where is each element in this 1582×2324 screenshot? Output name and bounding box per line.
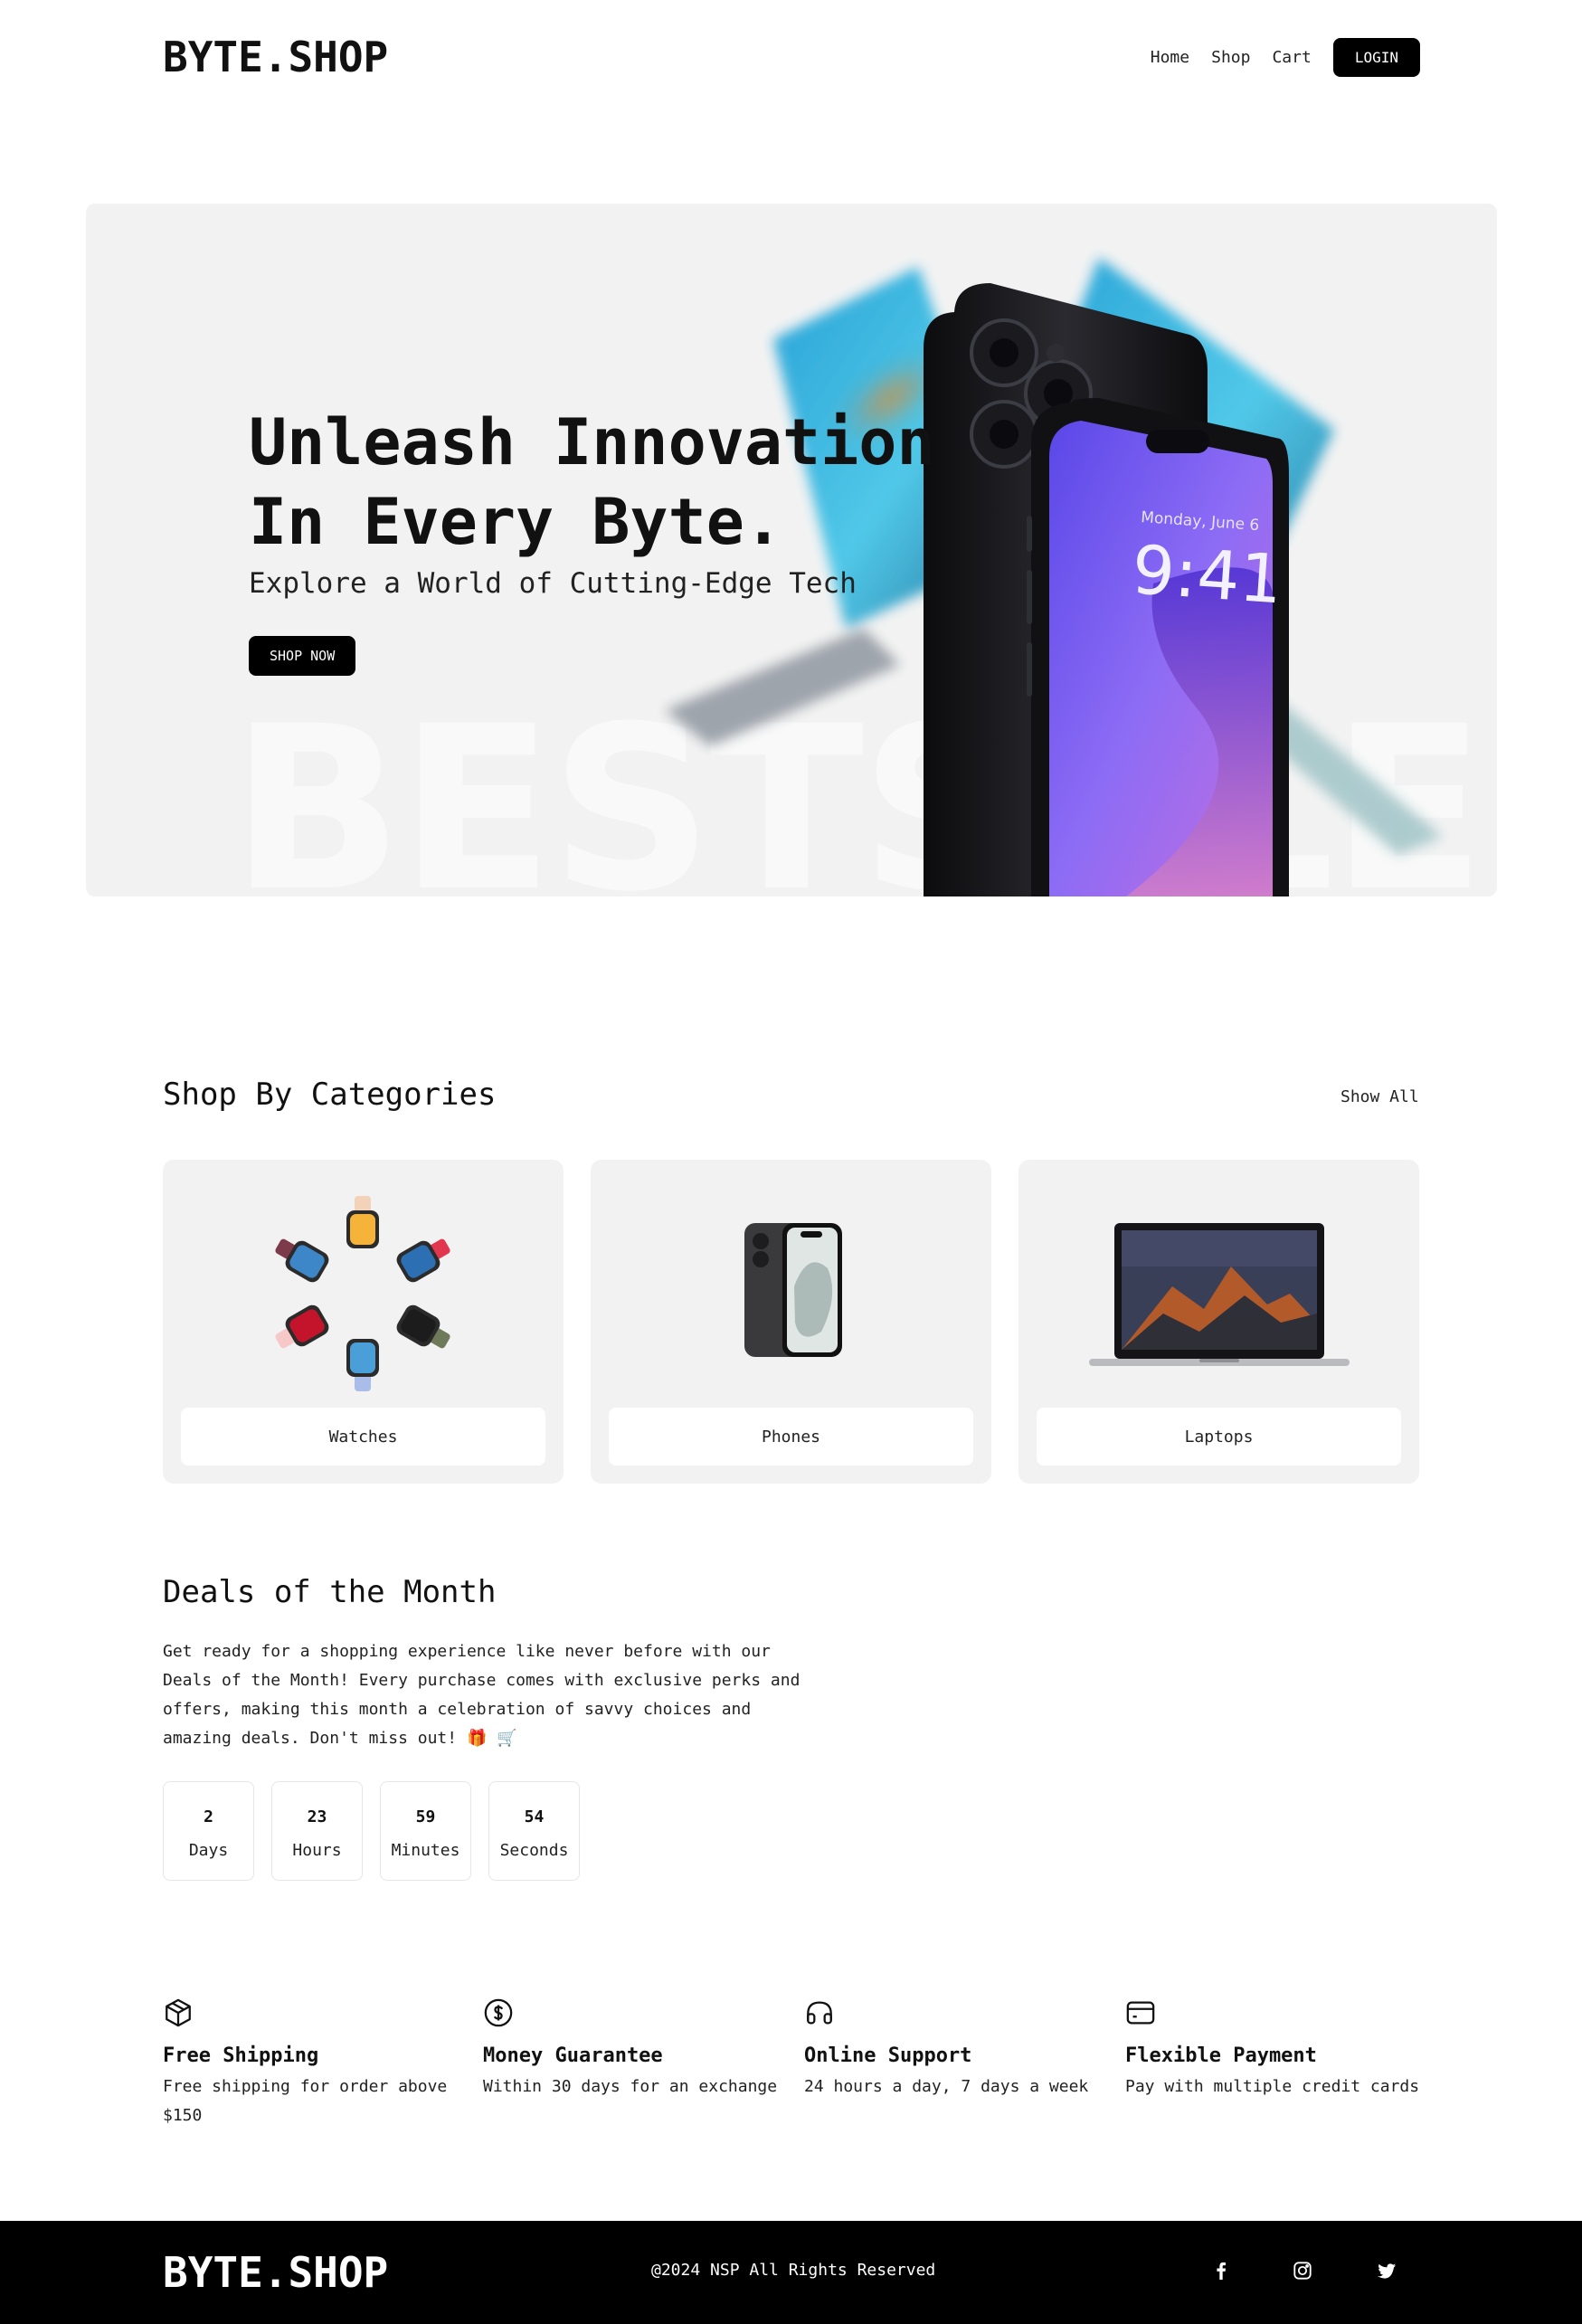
- phone-time-text: 9:41: [1130, 531, 1285, 619]
- nav-shop-link[interactable]: Shop: [1211, 48, 1250, 67]
- countdown-hours-unit: Hours: [292, 1841, 342, 1860]
- feature-title: Online Support: [804, 2044, 972, 2067]
- feature-money-guarantee: Money Guarantee Within 30 days for an ex…: [483, 1997, 782, 2101]
- feature-free-shipping: Free Shipping Free shipping for order ab…: [163, 1997, 461, 2130]
- feature-description: Within 30 days for an exchange: [483, 2077, 778, 2096]
- category-card-watches[interactable]: Watches: [163, 1160, 564, 1484]
- countdown-seconds-value: 54: [524, 1807, 545, 1826]
- countdown-days-value: 2: [204, 1807, 213, 1826]
- category-label-watches: Watches: [181, 1408, 545, 1466]
- deals-description: Get ready for a shopping experience like…: [163, 1642, 800, 1748]
- headphones-icon: [807, 2001, 832, 2025]
- countdown-seconds: 54 Seconds: [488, 1781, 580, 1881]
- nav-links: Home Shop Cart LOGIN: [1151, 37, 1420, 77]
- countdown-hours-value: 23: [307, 1807, 327, 1826]
- countdown-hours: 23 Hours: [271, 1781, 363, 1881]
- hero-title-line2: In Every Byte.: [249, 485, 783, 559]
- category-card-laptops[interactable]: Laptops: [1018, 1160, 1419, 1484]
- feature-online-support: Online Support 24 hours a day, 7 days a …: [804, 1997, 1103, 2101]
- hero-title-line1: Unleash Innovation: [249, 405, 935, 479]
- feature-description: Pay with multiple credit cards: [1125, 2077, 1420, 2096]
- feature-description: 24 hours a day, 7 days a week: [804, 2077, 1089, 2096]
- categories-title: Shop By Categories: [163, 1077, 497, 1113]
- footer-copyright: @2024 NSP All Rights Reserved: [651, 2261, 936, 2280]
- countdown-minutes-value: 59: [415, 1807, 436, 1826]
- category-card-phones[interactable]: Phones: [591, 1160, 991, 1484]
- twitter-icon[interactable]: [1373, 2257, 1400, 2284]
- login-button[interactable]: LOGIN: [1332, 37, 1420, 77]
- hero-subtitle: Explore a World of Cutting-Edge Tech: [249, 567, 857, 600]
- feature-flexible-payment: Flexible Payment Pay with multiple credi…: [1125, 1997, 1424, 2101]
- countdown-minutes: 59 Minutes: [380, 1781, 471, 1881]
- feature-description: Free shipping for order above $150: [163, 2077, 448, 2125]
- brand-logo[interactable]: BYTE.SHOP: [163, 33, 388, 81]
- nav-home-link[interactable]: Home: [1151, 48, 1189, 67]
- feature-title: Free Shipping: [163, 2044, 319, 2067]
- credit-card-icon: [1126, 2001, 1155, 2025]
- phone-image: [744, 1223, 842, 1357]
- countdown-days-unit: Days: [188, 1841, 229, 1860]
- box-icon: [166, 1998, 191, 2027]
- nav-cart-link[interactable]: Cart: [1272, 48, 1311, 67]
- facebook-icon[interactable]: [1208, 2257, 1235, 2284]
- feature-title: Flexible Payment: [1125, 2044, 1317, 2067]
- hero-text-block: Unleash Innovation In Every Byte. Explor…: [249, 403, 935, 676]
- footer-logo[interactable]: BYTE.SHOP: [163, 2248, 388, 2297]
- instagram-icon[interactable]: [1289, 2257, 1316, 2284]
- hero-banner: BESTSALE Monday, June 6 9:41 Unleash Inn…: [86, 204, 1497, 896]
- deals-title: Deals of the Month: [163, 1574, 497, 1610]
- feature-title: Money Guarantee: [483, 2044, 663, 2067]
- category-label-laptops: Laptops: [1037, 1408, 1401, 1466]
- category-label-phones: Phones: [609, 1408, 973, 1466]
- top-navbar: BYTE.SHOP Home Shop Cart LOGIN: [163, 27, 1420, 87]
- footer: BYTE.SHOP @2024 NSP All Rights Reserved: [0, 2221, 1582, 2324]
- watches-image: [275, 1196, 450, 1391]
- show-all-link[interactable]: Show All: [1340, 1087, 1419, 1106]
- countdown-minutes-unit: Minutes: [391, 1841, 460, 1860]
- countdown-seconds-unit: Seconds: [499, 1841, 569, 1860]
- shop-now-button[interactable]: SHOP NOW: [249, 636, 356, 676]
- dollar-icon: [484, 1998, 513, 2027]
- laptop-image: [1089, 1223, 1350, 1366]
- countdown-days: 2 Days: [163, 1781, 254, 1881]
